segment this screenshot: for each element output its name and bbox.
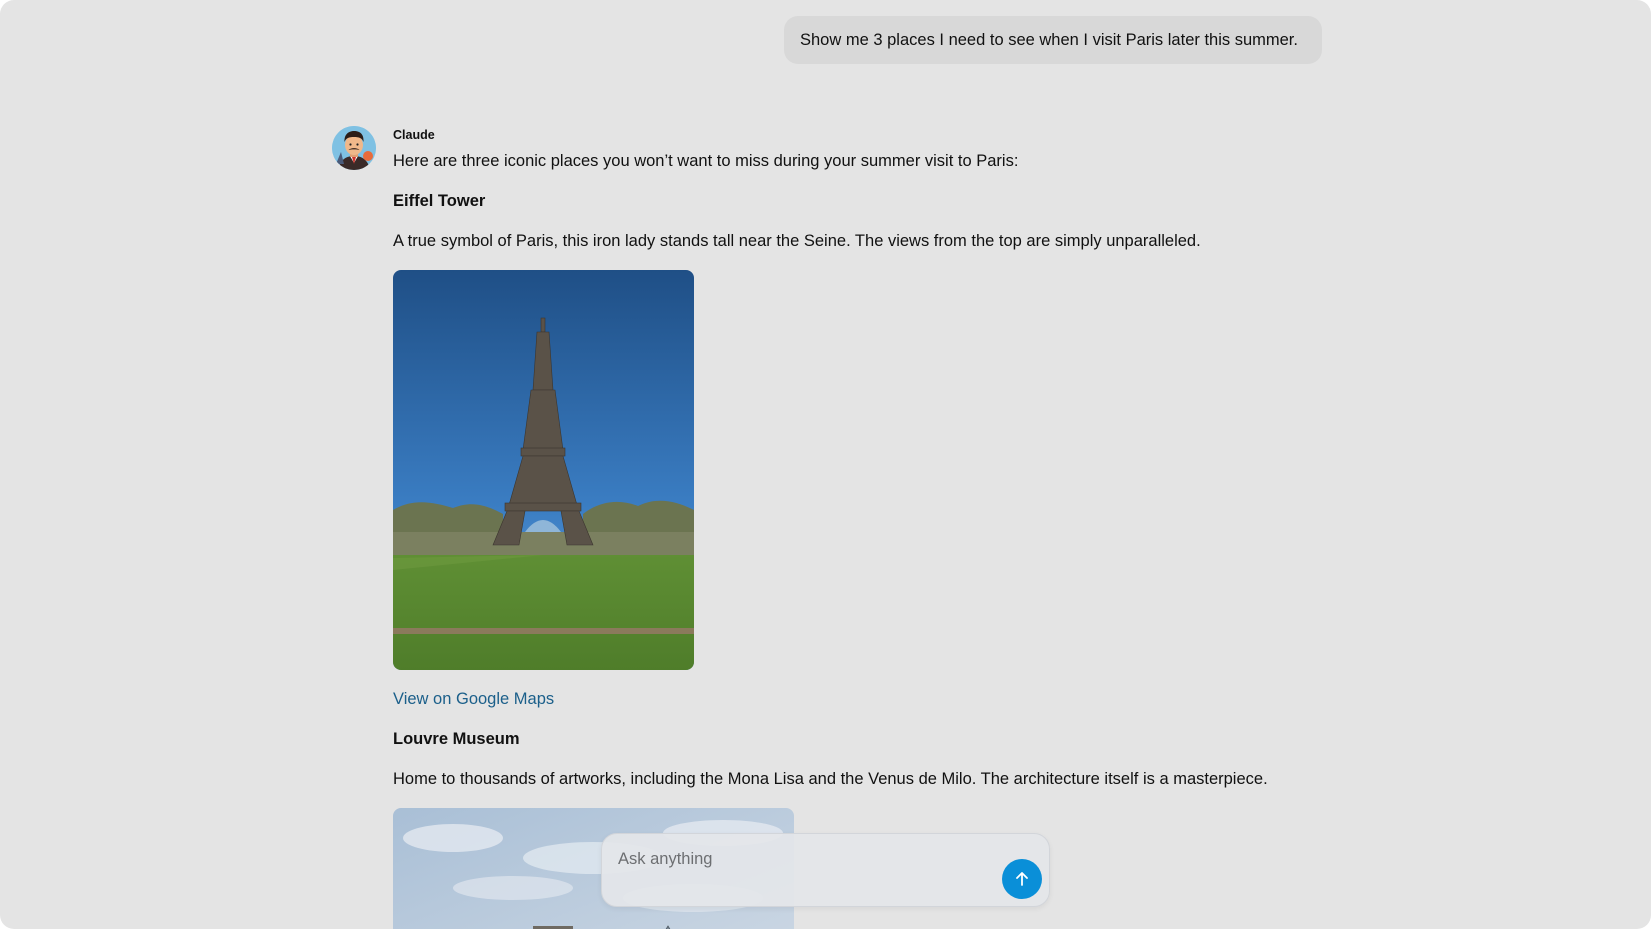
eiffel-tower-maps-link[interactable]: View on Google Maps — [393, 688, 554, 710]
place-description-louvre-museum: Home to thousands of artworks, including… — [393, 770, 1268, 788]
assistant-message: Here are three iconic places you won’t w… — [393, 150, 1323, 929]
cartoon-man-avatar-icon — [332, 126, 376, 170]
assistant-avatar — [332, 126, 376, 170]
send-button[interactable] — [1002, 859, 1042, 899]
place-description-eiffel-tower: A true symbol of Paris, this iron lady s… — [393, 232, 1201, 250]
chat-window: Show me 3 places I need to see when I vi… — [0, 0, 1651, 929]
place-title-louvre-museum: Louvre Museum — [393, 730, 520, 748]
assistant-intro: Here are three iconic places you won’t w… — [393, 152, 1019, 170]
place-title-eiffel-tower: Eiffel Tower — [393, 192, 486, 210]
assistant-name: Claude — [393, 128, 435, 142]
eiffel-tower-photo — [393, 270, 694, 670]
message-composer — [601, 833, 1050, 907]
user-message-bubble: Show me 3 places I need to see when I vi… — [784, 16, 1322, 64]
message-input[interactable] — [618, 844, 978, 874]
arrow-up-icon — [1016, 872, 1028, 886]
eiffel-tower-image — [393, 270, 694, 670]
